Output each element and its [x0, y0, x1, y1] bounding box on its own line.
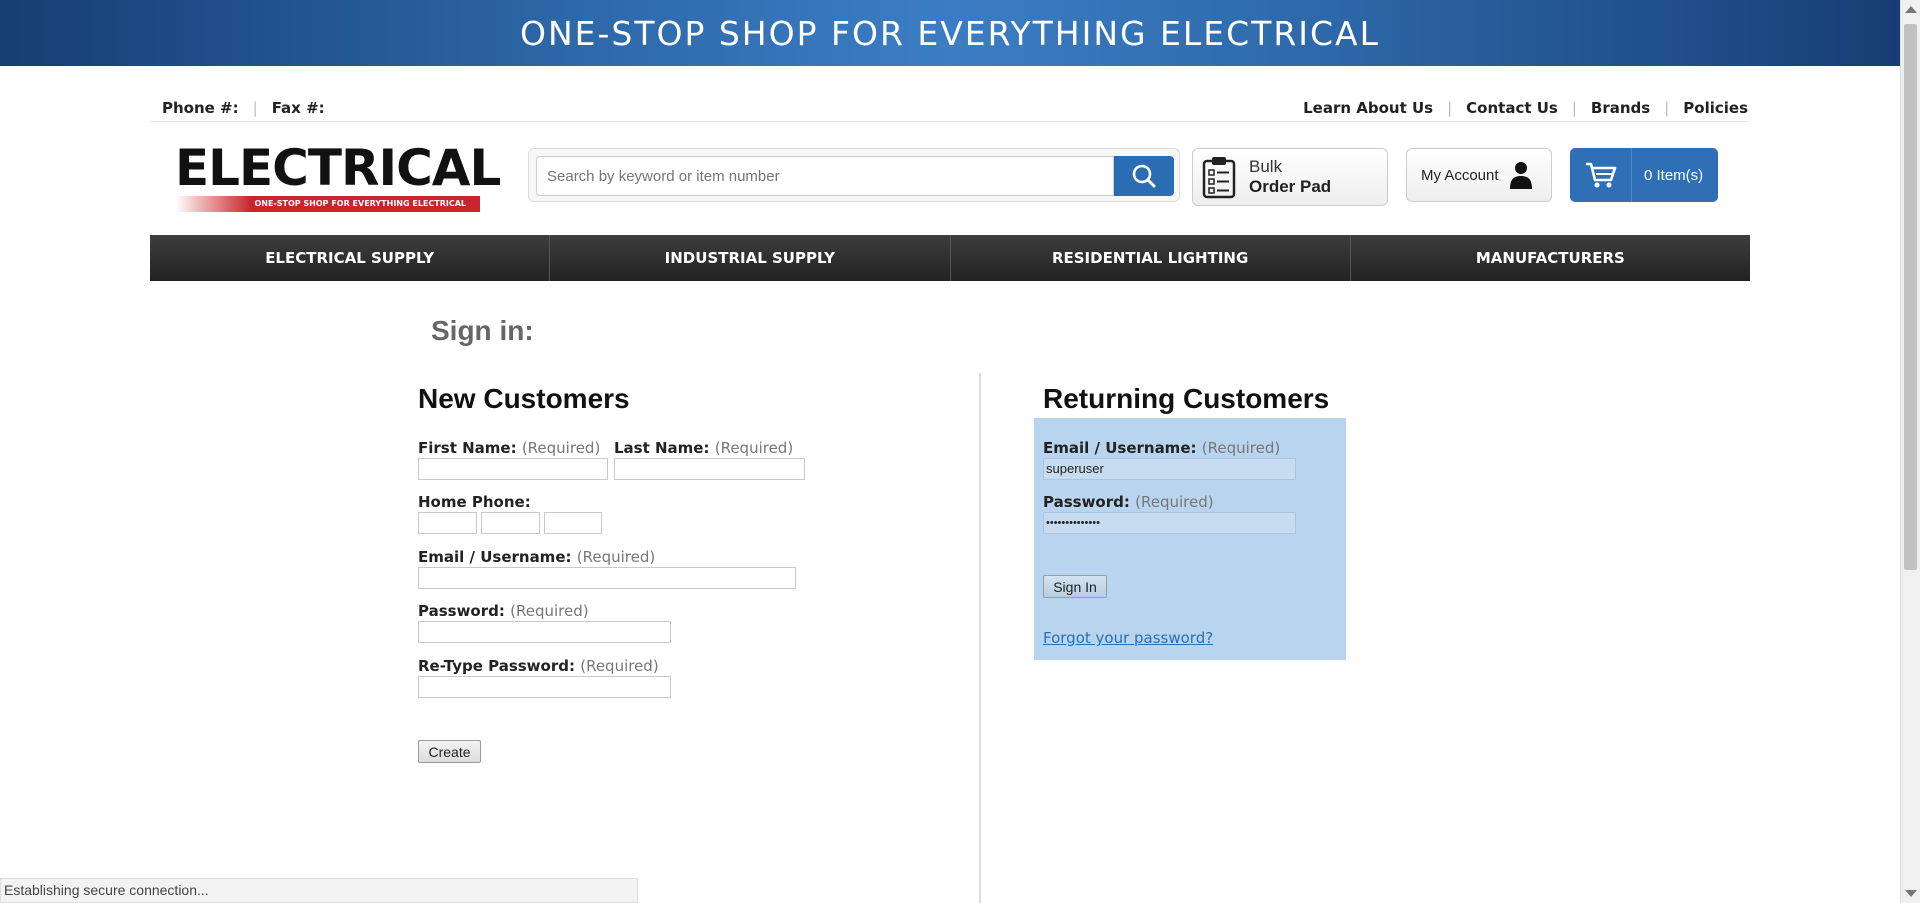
phone-label: Phone #: — [162, 98, 239, 117]
first-name-label: First Name: (Required) — [418, 439, 601, 457]
forgot-password-link[interactable]: Forgot your password? — [1043, 629, 1213, 647]
clipboard-icon — [1202, 157, 1236, 199]
retype-password-label: Re-Type Password: (Required) — [418, 657, 659, 675]
banner-text: ONE-STOP SHOP FOR EVERYTHING ELECTRICAL — [519, 13, 1381, 53]
nav-residential-lighting[interactable]: RESIDENTIAL LIGHTING — [951, 235, 1351, 281]
phone-area-field[interactable] — [418, 512, 477, 534]
scroll-thumb[interactable] — [1904, 24, 1917, 570]
returning-email-label: Email / Username: (Required) — [1043, 439, 1281, 457]
last-name-label: Last Name: (Required) — [614, 439, 794, 457]
phone-prefix-field[interactable] — [481, 512, 540, 534]
fax-label: Fax #: — [271, 98, 325, 117]
home-phone-label: Home Phone: — [418, 493, 531, 511]
user-icon — [1509, 162, 1532, 189]
returning-customers-heading: Returning Customers — [1043, 383, 1330, 414]
separator: | — [1664, 98, 1670, 117]
page-title: Sign in: — [431, 315, 534, 346]
cart-button[interactable]: 0 Item(s) — [1570, 148, 1718, 202]
bulk-label: Bulk — [1249, 157, 1283, 176]
new-password-field[interactable] — [418, 621, 671, 643]
retype-password-field[interactable] — [418, 676, 671, 698]
search-button[interactable] — [1114, 156, 1174, 196]
returning-password-label: Password: (Required) — [1043, 493, 1214, 511]
bulk-order-pad-button[interactable]: Bulk Order Pad — [1192, 148, 1388, 206]
returning-password-field[interactable]: •••••••••••••• — [1043, 512, 1296, 534]
phone-line-field[interactable] — [544, 512, 602, 534]
nav-industrial-supply[interactable]: INDUSTRIAL SUPPLY — [550, 235, 951, 281]
search-bar — [528, 148, 1180, 202]
order-pad-label: Order Pad — [1249, 177, 1332, 196]
main-nav: ELECTRICAL SUPPLY INDUSTRIAL SUPPLY RESI… — [150, 235, 1750, 281]
search-input[interactable] — [536, 156, 1114, 196]
separator: | — [1447, 98, 1453, 117]
my-account-label: My Account — [1421, 166, 1499, 184]
top-banner: ONE-STOP SHOP FOR EVERYTHING ELECTRICAL — [0, 0, 1900, 66]
column-divider — [979, 373, 981, 903]
nav-electrical-supply[interactable]: ELECTRICAL SUPPLY — [150, 235, 551, 281]
browser-status-bar: Establishing secure connection... — [0, 878, 638, 903]
create-button[interactable]: Create — [418, 740, 481, 763]
scroll-down-icon[interactable] — [1905, 890, 1917, 897]
learn-about-us-link[interactable]: Learn About Us — [1303, 99, 1433, 117]
new-password-label: Password: (Required) — [418, 602, 589, 620]
returning-email-field[interactable]: superuser — [1043, 458, 1296, 480]
separator: | — [252, 98, 258, 117]
cart-count: 0 Item(s) — [1644, 166, 1704, 184]
brands-link[interactable]: Brands — [1591, 99, 1650, 117]
first-name-field[interactable] — [418, 458, 608, 480]
logo-tagline: ONE-STOP SHOP FOR EVERYTHING ELECTRICAL — [175, 196, 480, 212]
page-scrollbar[interactable] — [1900, 0, 1920, 903]
policies-link[interactable]: Policies — [1683, 99, 1748, 117]
cart-icon — [1585, 162, 1616, 188]
logo-wordmark: ELECTRICAL — [175, 139, 501, 197]
scroll-up-icon[interactable] — [1905, 6, 1917, 13]
new-email-label: Email / Username: (Required) — [418, 548, 656, 566]
separator: | — [1571, 98, 1577, 117]
site-logo[interactable]: ELECTRICAL ONE-STOP SHOP FOR EVERYTHING … — [175, 139, 501, 214]
utility-bar: Phone #: | Fax #: Learn About Us | Conta… — [150, 94, 1750, 122]
sign-in-button[interactable]: Sign In — [1043, 575, 1107, 598]
search-icon — [1132, 164, 1156, 188]
nav-manufacturers[interactable]: MANUFACTURERS — [1351, 235, 1750, 281]
new-email-field[interactable] — [418, 567, 796, 589]
contact-us-link[interactable]: Contact Us — [1466, 99, 1558, 117]
my-account-button[interactable]: My Account — [1406, 148, 1552, 202]
last-name-field[interactable] — [614, 458, 805, 480]
new-customers-heading: New Customers — [418, 383, 630, 414]
